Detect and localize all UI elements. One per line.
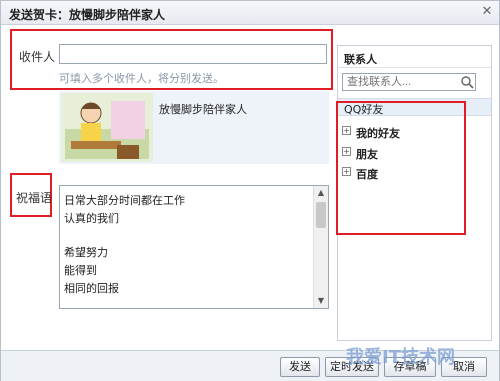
contact-search-input[interactable] <box>342 73 476 91</box>
blessing-textarea[interactable]: 日常大部分时间都在工作 认真的我们 希望努力 能得到 相同的回报 ▲ ▼ <box>59 185 329 309</box>
recipient-hint: 可填入多个收件人，将分别发送。 <box>59 72 224 85</box>
close-icon[interactable]: ✕ <box>479 4 495 20</box>
blessing-scrollbar[interactable]: ▲ ▼ <box>313 186 328 308</box>
recipient-input[interactable] <box>59 44 327 64</box>
title-bar: 发送贺卡：放慢脚步陪伴家人 ✕ <box>1 1 499 25</box>
contacts-highlight <box>336 101 466 235</box>
contacts-title: 联系人 <box>344 53 377 66</box>
scroll-thumb[interactable] <box>316 202 326 228</box>
blessing-line: 希望努力 <box>64 246 108 259</box>
blessing-line: 相同的回报 <box>64 282 119 295</box>
search-icon[interactable] <box>460 75 474 89</box>
dialog-title: 发送贺卡：放慢脚步陪伴家人 <box>9 8 166 22</box>
blessing-line: 能得到 <box>64 264 97 277</box>
card-name: 放慢脚步陪伴家人 <box>159 103 247 116</box>
recipient-label: 收件人 <box>19 50 56 64</box>
scroll-up-icon[interactable]: ▲ <box>314 186 328 200</box>
card-thumbnail[interactable] <box>61 93 153 162</box>
blessing-line: 认真的我们 <box>64 212 119 225</box>
blessing-label: 祝福语 <box>16 191 53 205</box>
send-card-dialog: 发送贺卡：放慢脚步陪伴家人 ✕ 收件人 可填入多个收件人，将分别发送。 放慢脚步… <box>0 0 500 381</box>
contacts-header: 联系人 <box>338 46 491 68</box>
card-preview: 放慢脚步陪伴家人 <box>59 91 329 164</box>
watermark: 我爱IT技术网 <box>346 347 455 368</box>
blessing-line: 日常大部分时间都在工作 <box>64 194 185 207</box>
scroll-down-icon[interactable]: ▼ <box>314 294 328 308</box>
send-button[interactable]: 发送 <box>280 357 320 377</box>
